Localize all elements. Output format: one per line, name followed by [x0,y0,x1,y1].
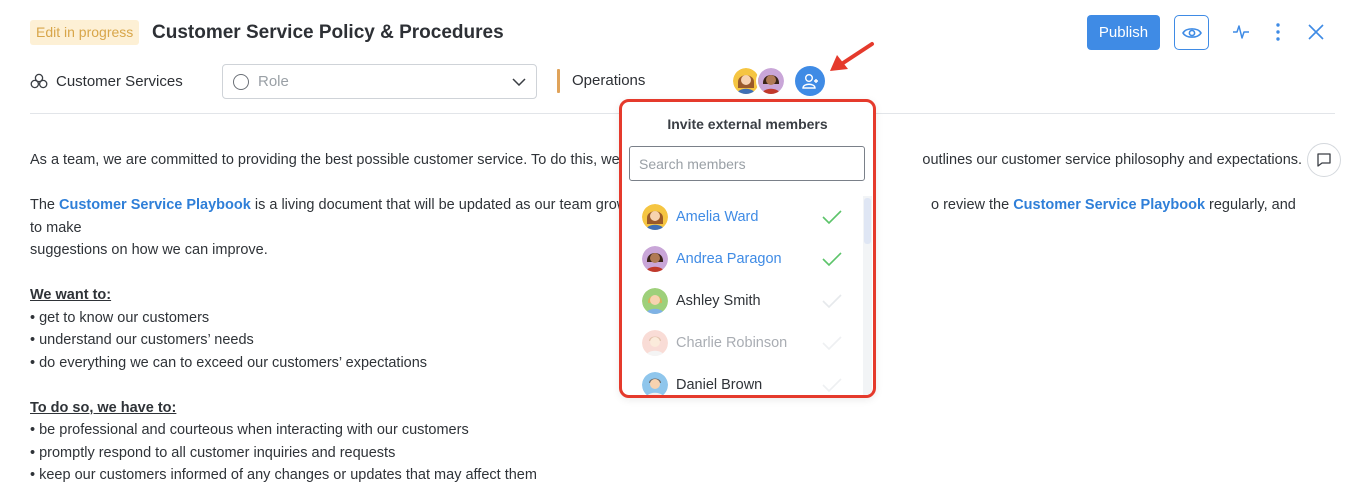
comment-icon [1317,153,1331,167]
member-avatars[interactable] [731,66,786,96]
team-icon [30,73,48,89]
preview-button[interactable] [1174,15,1209,50]
check-icon [822,378,842,393]
invite-members-button[interactable] [795,66,825,96]
member-list: Amelia Ward Andrea Paragon Ashley Smith … [622,196,862,395]
department-label: Operations [572,72,646,89]
more-options-button[interactable] [1266,20,1290,44]
check-icon [822,294,842,309]
chevron-down-icon [512,77,526,86]
activity-button[interactable] [1229,20,1253,44]
more-vertical-icon [1276,23,1280,41]
highlight-arrow-icon [830,42,874,71]
publish-button[interactable]: Publish [1087,15,1160,50]
close-button[interactable] [1304,20,1328,44]
list-item: • be professional and courteous when int… [30,422,469,438]
team-selector[interactable]: Customer Services [30,70,183,92]
check-icon [822,252,842,267]
check-icon [822,210,842,225]
playbook-link[interactable]: Customer Service Playbook [59,197,251,213]
panel-title: Invite external members [667,116,828,132]
close-icon [1308,24,1324,40]
section-heading: To do so, we have to: [30,399,177,416]
list-item: • promptly respond to all customer inqui… [30,444,396,461]
scrollbar-thumb[interactable] [864,198,871,244]
check-icon [822,336,842,351]
search-members-input[interactable] [629,146,865,181]
avatar [642,288,668,314]
comment-button[interactable] [1307,143,1341,177]
list-item[interactable]: Charlie Robinson [622,322,862,364]
team-label: Customer Services [56,72,183,90]
invite-external-members-panel: Invite external members Amelia Ward Andr… [619,99,876,398]
todo-section: To do so, we have to: • be professional … [30,397,1310,485]
avatar [756,66,786,96]
avatar [642,330,668,356]
avatar [642,246,668,272]
role-select[interactable]: Role [222,64,537,99]
avatar [642,372,668,395]
add-user-icon [802,74,818,89]
eye-icon [1181,27,1202,38]
status-badge: Edit in progress [30,20,140,45]
activity-icon [1233,25,1249,39]
role-placeholder: Role [258,73,289,90]
list-item: • keep our customers informed of any cha… [30,467,537,483]
list-item[interactable]: Amelia Ward [622,196,862,238]
role-radio-icon [233,73,249,90]
list-item[interactable]: Andrea Paragon [622,238,862,280]
list-item[interactable]: Daniel Brown [622,364,862,395]
playbook-link[interactable]: Customer Service Playbook [1013,197,1205,213]
page-title: Customer Service Policy & Procedures [152,22,504,43]
avatar [642,204,668,230]
department-color-bar [557,69,560,93]
list-item[interactable]: Ashley Smith [622,280,862,322]
